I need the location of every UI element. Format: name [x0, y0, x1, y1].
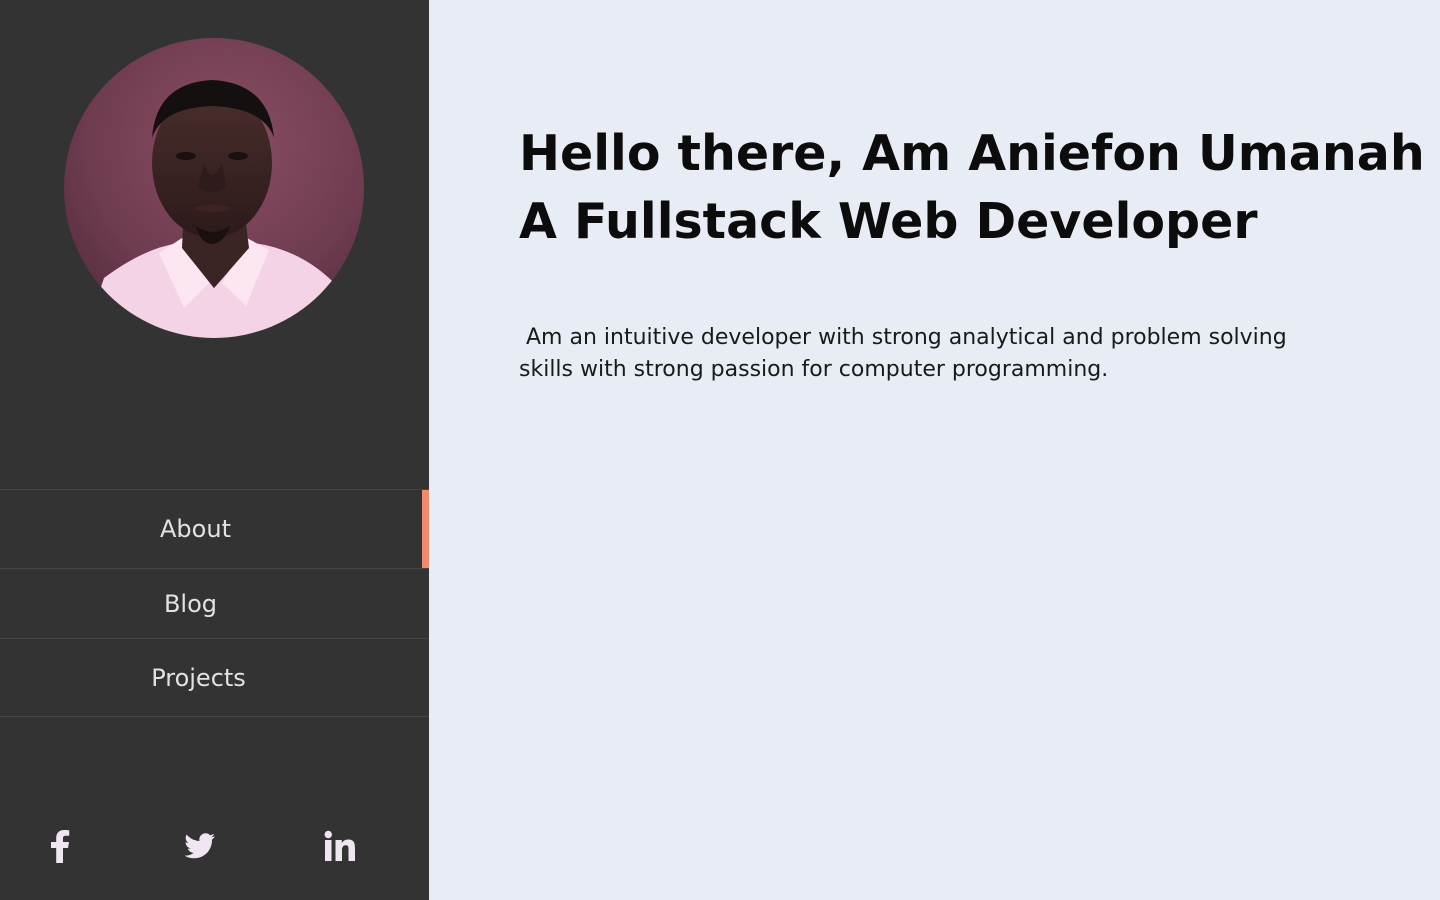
- facebook-icon: [51, 830, 70, 863]
- bio-text: Am an intuitive developer with strong an…: [519, 325, 1294, 382]
- headline-greeting: Hello there, Am Aniefon Umanah: [519, 125, 1425, 182]
- nav-item-projects[interactable]: Projects: [0, 639, 429, 717]
- page-headline: Hello there, Am Aniefon Umanah A Fullsta…: [519, 120, 1425, 256]
- nav-item-blog[interactable]: Blog: [0, 569, 429, 639]
- main-content: Hello there, Am Aniefon Umanah A Fullsta…: [519, 120, 1425, 386]
- nav-item-about[interactable]: About: [0, 490, 429, 569]
- twitter-icon: [184, 833, 215, 859]
- linkedin-icon: [324, 830, 355, 861]
- nav-item-blog-label: Blog: [163, 589, 218, 618]
- facebook-link[interactable]: [38, 824, 82, 868]
- sidebar-nav: About Blog Projects: [0, 489, 429, 717]
- nav-item-about-label: About: [160, 515, 231, 543]
- page: About Blog Projects Hello there, Am Anie…: [0, 0, 1440, 900]
- twitter-link[interactable]: [178, 824, 222, 868]
- avatar: [64, 38, 364, 338]
- headline-role: A Fullstack Web Developer: [519, 193, 1258, 250]
- linkedin-link[interactable]: [318, 824, 362, 868]
- sidebar: About Blog Projects: [0, 0, 429, 900]
- profile-photo: [64, 38, 364, 338]
- nav-item-projects-label: Projects: [151, 663, 246, 692]
